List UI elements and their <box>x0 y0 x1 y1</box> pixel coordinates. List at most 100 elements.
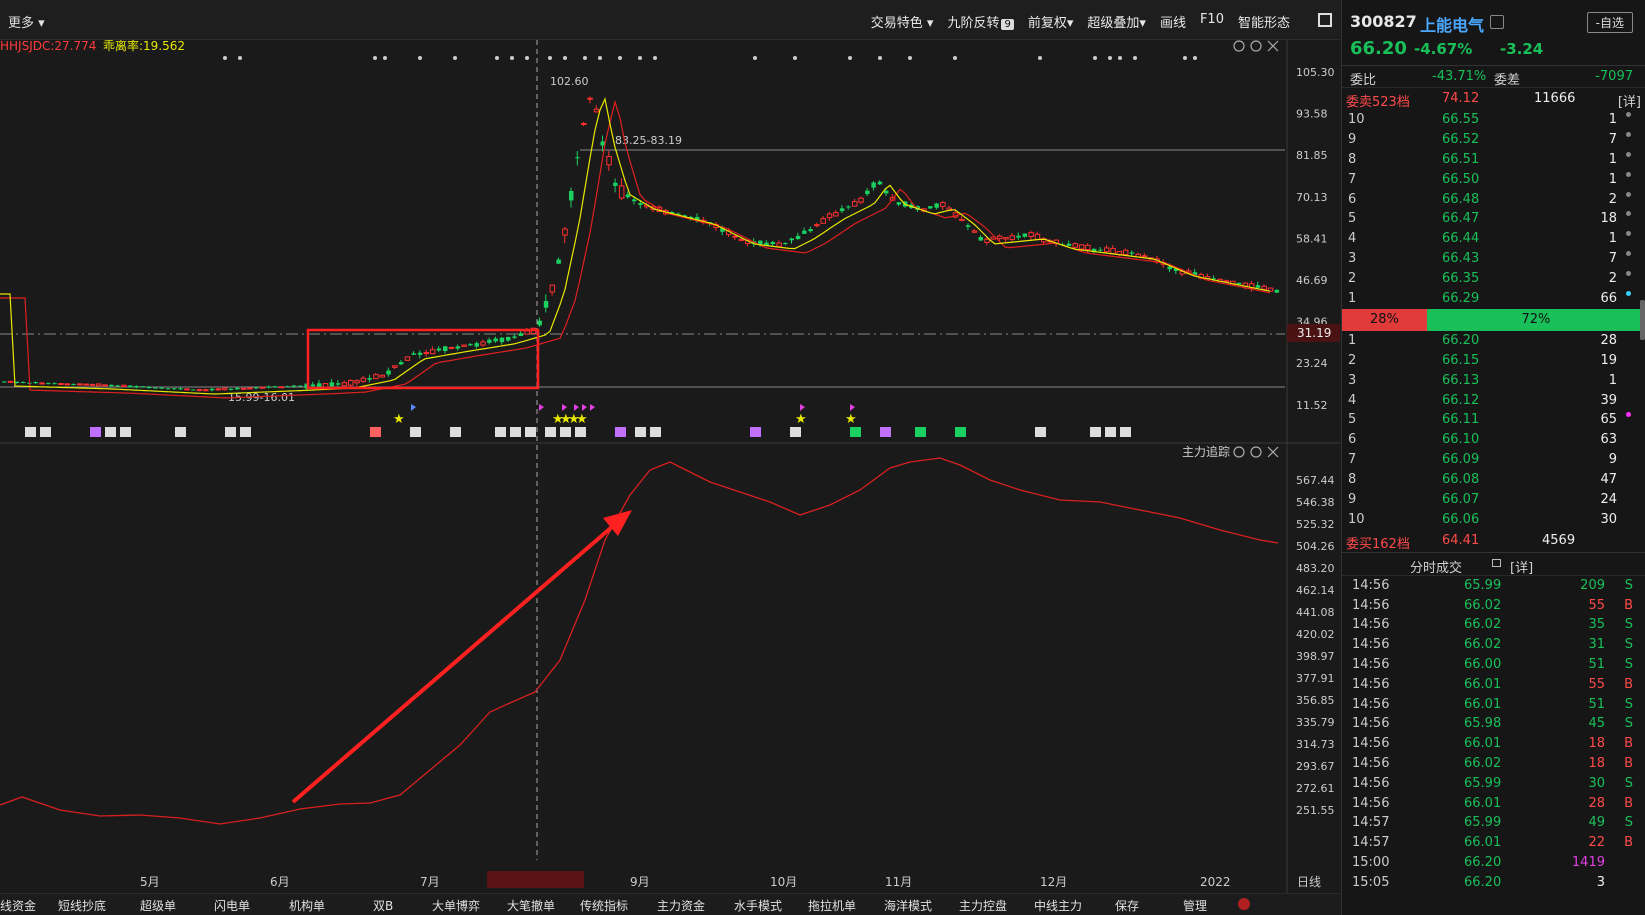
signal-icon <box>450 427 461 437</box>
book-row[interactable]: 8 66.08 47 <box>1342 470 1645 490</box>
sell-total[interactable]: 委卖523档 74.12 11666 [详] <box>1342 88 1645 110</box>
book-row[interactable]: 10 66.06 30 <box>1342 510 1645 530</box>
book-row[interactable]: 10 66.55 1 <box>1342 110 1645 130</box>
candle-body <box>247 387 253 390</box>
book-row[interactable]: 9 66.52 7 <box>1342 130 1645 150</box>
stock-name[interactable]: 上能电气 <box>1420 12 1484 36</box>
y-tick-label: 23.24 <box>1296 357 1328 370</box>
book-row[interactable]: 7 66.50 1 <box>1342 170 1645 190</box>
menu-nine-reversal[interactable]: 九阶反转 9 <box>947 12 1014 31</box>
book-row[interactable]: 5 66.11 65 <box>1342 410 1645 430</box>
x-tick-label: 12月 <box>1040 875 1067 889</box>
book-row[interactable]: 8 66.51 1 <box>1342 150 1645 170</box>
candle-body <box>46 382 51 384</box>
indicator-tab[interactable]: 水手模式 <box>734 894 782 914</box>
book-row[interactable]: 1 66.29 66 <box>1342 289 1645 309</box>
candle-body <box>524 330 530 335</box>
book-row[interactable]: 2 66.35 2 <box>1342 269 1645 289</box>
book-row[interactable]: 2 66.15 19 <box>1342 351 1645 371</box>
candle-body <box>1167 266 1172 270</box>
candle-body <box>613 182 618 186</box>
indicator-tab[interactable]: 双B <box>373 894 393 914</box>
menu-smart-pattern[interactable]: 智能形态 <box>1238 12 1290 31</box>
book-row[interactable]: 7 66.09 9 <box>1342 450 1645 470</box>
book-row[interactable]: 9 66.07 24 <box>1342 490 1645 510</box>
candle-body <box>928 206 933 209</box>
book-row[interactable]: 6 66.48 2 <box>1342 190 1645 210</box>
stock-code: 300827 <box>1350 12 1417 31</box>
add-watchlist-button[interactable]: -自选 <box>1586 12 1633 33</box>
candle-body <box>1236 282 1242 285</box>
candle-body <box>839 208 845 212</box>
panel-toggle-icon[interactable] <box>1318 13 1332 27</box>
indicator-tab[interactable]: 机构单 <box>289 894 325 914</box>
candle-body <box>996 235 1003 240</box>
candle-body <box>499 337 505 343</box>
candle-body <box>518 333 524 337</box>
x-tick-label: 9月 <box>630 875 650 889</box>
y-tick-label: 546.38 <box>1296 496 1335 509</box>
signal-icon <box>790 427 801 437</box>
indicator-tab[interactable]: 传统指标 <box>580 894 628 914</box>
indicator-tab[interactable]: 线资金 <box>0 894 36 914</box>
signal-icon <box>240 427 251 437</box>
candle-body <box>298 385 303 387</box>
book-row[interactable]: 5 66.47 18 <box>1342 209 1645 229</box>
indicator-tab[interactable]: 主力控盘 <box>959 894 1007 914</box>
indicator-tab[interactable]: 拖拉机单 <box>808 894 856 914</box>
menu-f10[interactable]: F10 <box>1200 12 1224 31</box>
candle-body <box>820 218 826 224</box>
book-row[interactable]: 3 66.13 1 <box>1342 371 1645 391</box>
candle-body <box>1085 244 1091 250</box>
candle-body <box>814 224 820 227</box>
tick-row: 14:56 65.98 45 S <box>1352 716 1633 732</box>
candle-body <box>1009 235 1015 240</box>
signal-icon <box>105 427 116 437</box>
menu-overlay[interactable]: 超级叠加▾ <box>1087 12 1146 31</box>
buy-total[interactable]: 委买162档 64.41 4569 <box>1342 530 1645 552</box>
signal-icon <box>90 427 101 437</box>
indicator-tab[interactable]: 短线抄底 <box>58 894 106 914</box>
candle-body <box>1034 233 1041 240</box>
candle-body <box>606 155 612 166</box>
signal-icon <box>510 427 521 437</box>
ask-book: 10 66.55 1 9 66.52 7 8 66.51 1 7 66.50 1 6 66.48 2 5 66.… <box>1342 110 1645 309</box>
candle-body <box>562 228 568 236</box>
close-icon <box>1267 446 1279 458</box>
signal-icon <box>545 427 556 437</box>
candle-body <box>360 377 367 382</box>
indicator-tab[interactable]: 主力资金 <box>657 894 705 914</box>
menu-draw[interactable]: 画线 <box>1160 12 1186 31</box>
book-row[interactable]: 3 66.43 7 <box>1342 249 1645 269</box>
star-icon: ★ <box>393 412 405 427</box>
book-row[interactable]: 6 66.10 63 <box>1342 430 1645 450</box>
indicator-tab[interactable]: 中线主力 <box>1034 894 1082 914</box>
collapse-icon[interactable] <box>1238 898 1250 910</box>
book-row[interactable]: 4 66.44 1 <box>1342 229 1645 249</box>
book-row[interactable]: 4 66.12 39 <box>1342 391 1645 411</box>
indicator-tab[interactable]: 保存 <box>1115 894 1139 914</box>
signal-icon <box>225 427 236 437</box>
indicator-tab[interactable]: 超级单 <box>140 894 176 914</box>
chart-area[interactable]: HHJSJDC:27.774 乖离率:19.562 主力追踪 105.30 93.… <box>0 38 1340 915</box>
dot-icon <box>1626 231 1631 237</box>
candle-body <box>581 122 587 125</box>
lock-icon[interactable] <box>1490 15 1504 29</box>
candle-body <box>802 230 807 234</box>
scrollbar[interactable] <box>1640 300 1645 340</box>
indicator-tab[interactable]: 海洋模式 <box>884 894 932 914</box>
flag-icon <box>574 404 579 411</box>
indicator-tab[interactable]: 大笔撤单 <box>507 894 555 914</box>
tick-row: 14:56 66.02 55 B <box>1352 597 1633 613</box>
menu-trade-feature[interactable]: 交易特色 ▾ <box>871 12 934 31</box>
menu-adjust[interactable]: 前复权▾ <box>1028 12 1074 31</box>
candle-body <box>965 225 971 227</box>
more-menu[interactable]: 更多 ▾ <box>8 12 45 31</box>
candle-body <box>493 338 498 342</box>
candle-body <box>474 343 479 347</box>
signal-icon <box>525 427 536 437</box>
indicator-tab[interactable]: 大单博弈 <box>432 894 480 914</box>
indicator-tab[interactable]: 管理 <box>1183 894 1207 914</box>
book-row[interactable]: 1 66.20 28 <box>1342 331 1645 351</box>
indicator-tab[interactable]: 闪电单 <box>214 894 250 914</box>
